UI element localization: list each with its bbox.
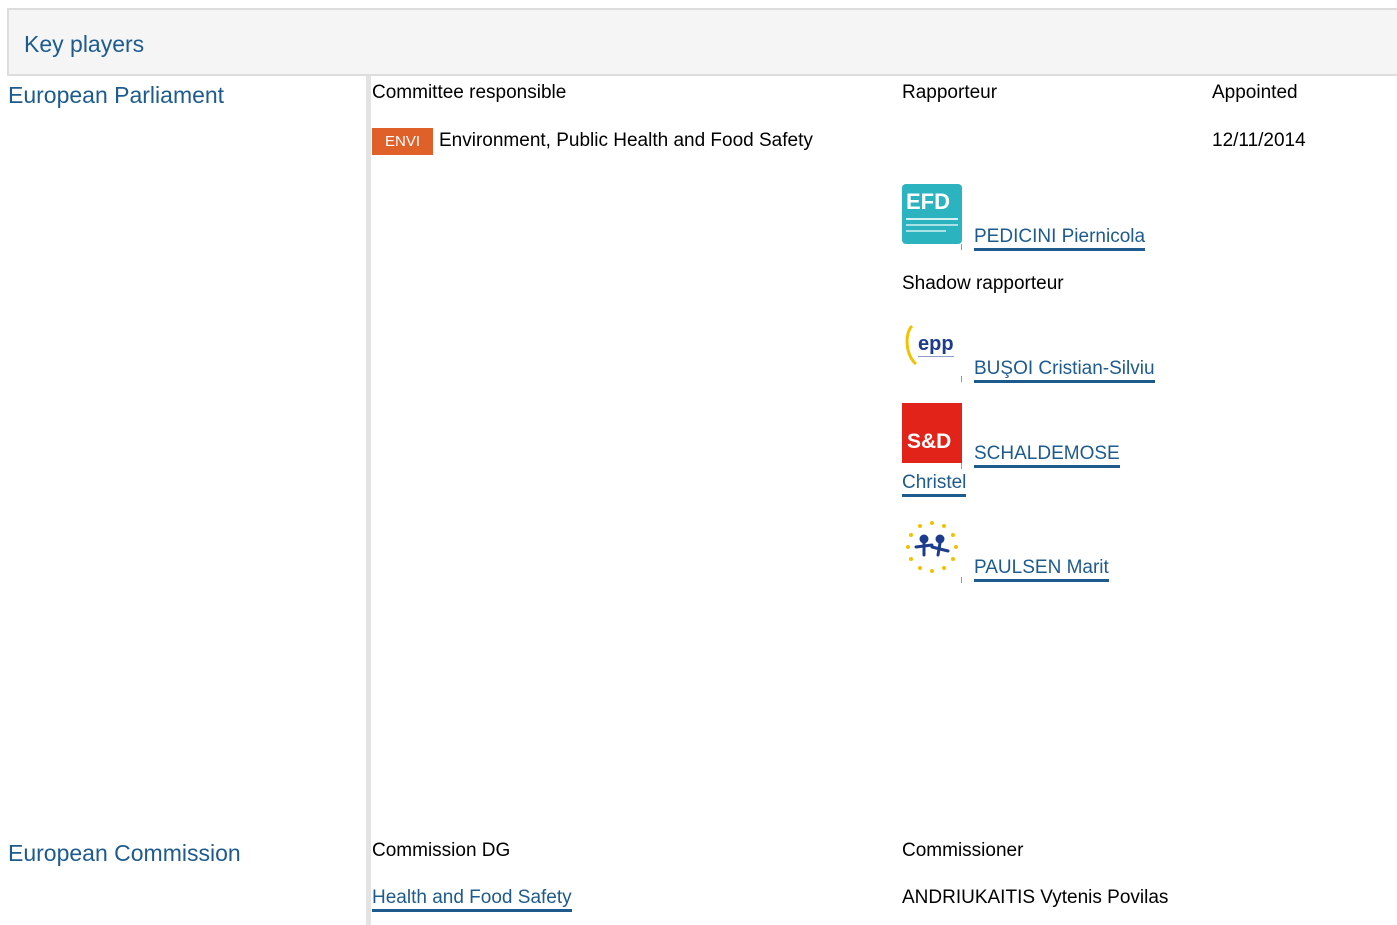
- commissioner-name: ANDRIUKAITIS Vytenis Povilas: [902, 887, 1169, 908]
- alde-group-logo: [902, 517, 962, 577]
- shadow-rapporteur-link[interactable]: Christel: [902, 472, 967, 497]
- shadow-rapporteur-link[interactable]: BUŞOI Cristian-Silviu: [974, 358, 1155, 383]
- rapporteur-link[interactable]: PEDICINI Piernicola: [974, 226, 1146, 251]
- rapporteur-entry: PEDICINI Piernicola: [974, 226, 1146, 251]
- shadow-rapporteur-link[interactable]: SCHALDEMOSE: [974, 443, 1120, 468]
- commission-dg-entry: Health and Food Safety: [372, 887, 572, 912]
- svg-text:S&D: S&D: [907, 430, 951, 453]
- logo-tick: [961, 244, 962, 250]
- logo-tick: [961, 577, 962, 583]
- rapporteur-header: Rapporteur: [902, 82, 998, 103]
- committee-name: Environment, Public Health and Food Safe…: [439, 130, 813, 151]
- shadow-rapporteur-entry: SCHALDEMOSE: [974, 443, 1120, 468]
- sd-group-logo: S&D: [902, 403, 962, 463]
- shadow-rapporteur-entry: PAULSEN Marit: [974, 557, 1109, 582]
- shadow-rapporteur-entry: BUŞOI Cristian-Silviu: [974, 358, 1155, 383]
- committee-code-badge: ENVI: [372, 128, 433, 155]
- key-players-header: Key players: [7, 8, 1397, 76]
- section-label-commission: European Commission: [8, 840, 241, 866]
- commission-dg-link[interactable]: Health and Food Safety: [372, 887, 572, 912]
- logo-tick: [961, 463, 962, 469]
- svg-text:epp: epp: [918, 333, 954, 355]
- commission-dg-header: Commission DG: [372, 840, 511, 861]
- column-divider: [366, 76, 371, 925]
- efdd-group-logo: EFD: [902, 184, 962, 244]
- shadow-rapporteur-link[interactable]: PAULSEN Marit: [974, 557, 1109, 582]
- shadow-rapporteur-header: Shadow rapporteur: [902, 273, 1064, 294]
- svg-text:EFD: EFD: [906, 189, 950, 214]
- appointed-date: 12/11/2014: [1212, 130, 1306, 151]
- logo-tick: [961, 376, 962, 382]
- appointed-header: Appointed: [1212, 82, 1298, 103]
- commissioner-header: Commissioner: [902, 840, 1024, 861]
- epp-group-logo: epp: [902, 316, 962, 376]
- shadow-rapporteur-entry-cont: Christel: [902, 472, 967, 497]
- committee-responsible-header: Committee responsible: [372, 82, 567, 103]
- section-label-parliament: European Parliament: [8, 82, 225, 108]
- page-title: Key players: [24, 31, 145, 57]
